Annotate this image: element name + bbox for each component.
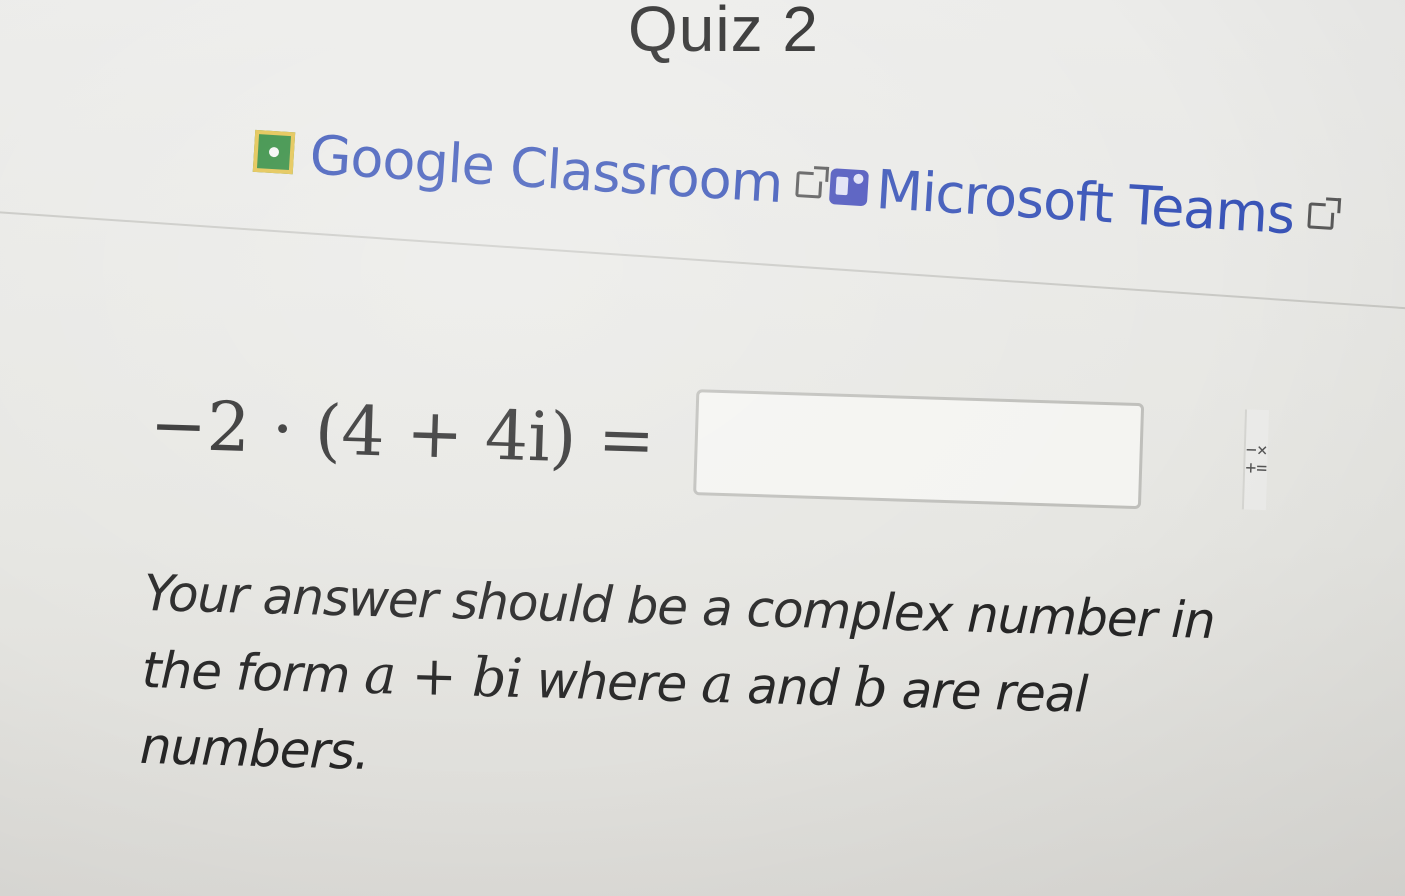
share-links: Google Classroom Microsoft Teams xyxy=(250,86,1376,284)
question-expression: −2 · (4 + 4i) = xyxy=(148,385,657,481)
microsoft-teams-icon xyxy=(829,168,870,207)
instructions-math-a: a xyxy=(700,651,734,716)
keypad-toggle-bottom: += xyxy=(1245,457,1268,480)
answer-box[interactable]: −× += xyxy=(693,389,1269,511)
external-link-icon xyxy=(795,171,824,199)
instructions-math-form: a + bi xyxy=(363,642,523,710)
google-classroom-label: Google Classroom xyxy=(308,122,785,215)
quiz-page: Quiz 2 Google Classroom Microsoft Teams … xyxy=(0,0,1405,896)
answer-instructions: Your answer should be a complex number i… xyxy=(139,555,1275,814)
microsoft-teams-label: Microsoft Teams xyxy=(874,157,1297,246)
math-keypad-toggle[interactable]: −× += xyxy=(1242,409,1269,511)
google-classroom-link[interactable]: Google Classroom xyxy=(252,119,824,217)
instructions-part3: and xyxy=(731,656,854,718)
instructions-part2: where xyxy=(521,650,702,714)
external-link-icon xyxy=(1307,202,1335,230)
instructions-math-b: b xyxy=(852,655,888,720)
question-equation: −2 · (4 + 4i) = −× += xyxy=(148,372,1269,511)
answer-input[interactable] xyxy=(696,392,1246,510)
google-classroom-icon xyxy=(252,129,296,175)
microsoft-teams-link[interactable]: Microsoft Teams xyxy=(820,154,1336,248)
page-title: Quiz 2 xyxy=(628,0,819,65)
